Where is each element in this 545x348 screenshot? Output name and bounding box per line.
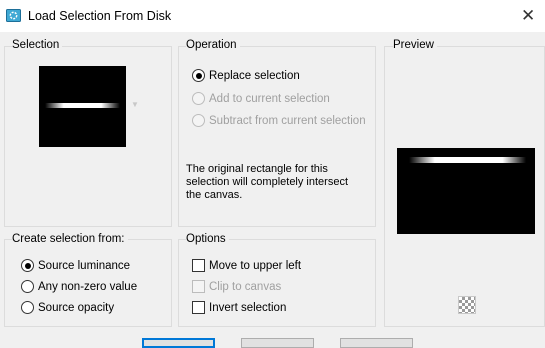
selection-thumbnail[interactable]: [39, 66, 126, 147]
checkbox-indicator[interactable]: [192, 259, 205, 272]
radio-label: Add to current selection: [209, 93, 330, 105]
checkbox-label: Move to upper left: [209, 260, 302, 272]
create-from-heading: Create selection from:: [12, 233, 128, 245]
chevron-down-icon[interactable]: ▼: [131, 100, 139, 109]
close-icon[interactable]: ✕: [521, 0, 545, 32]
title-bar: Load Selection From Disk ✕: [0, 0, 545, 32]
radio-label: Replace selection: [209, 70, 300, 82]
operation-heading: Operation: [186, 39, 240, 51]
preview-image: [397, 148, 535, 234]
selection-disk-icon: [6, 9, 21, 22]
checkbox-indicator[interactable]: [192, 301, 205, 314]
radio-indicator[interactable]: [21, 259, 34, 272]
radio-indicator[interactable]: [21, 280, 34, 293]
radio-label: Source luminance: [38, 260, 131, 272]
preview-heading: Preview: [393, 39, 437, 51]
selection-heading: Selection: [12, 39, 63, 51]
radio-label: Subtract from current selection: [209, 115, 366, 127]
operation-description: The original rectangle for this selectio…: [186, 163, 349, 201]
radio-label: Any non-zero value: [38, 281, 138, 293]
radio-indicator[interactable]: [192, 69, 205, 82]
cancel-button[interactable]: [241, 338, 314, 348]
preview-streak: [409, 157, 526, 163]
checkbox-indicator: [192, 280, 205, 293]
window-title: Load Selection From Disk: [28, 9, 172, 23]
options-heading: Options: [186, 233, 229, 245]
ok-button[interactable]: [142, 338, 215, 348]
radio-indicator[interactable]: [21, 301, 34, 314]
thumbnail-streak: [45, 103, 120, 108]
radio-indicator: [192, 114, 205, 127]
radio-label: Source opacity: [38, 302, 115, 314]
transparency-checker-icon[interactable]: [458, 296, 476, 314]
checkbox-label: Invert selection: [209, 302, 287, 314]
help-button[interactable]: [340, 338, 413, 348]
radio-indicator: [192, 92, 205, 105]
checkbox-label: Clip to canvas: [209, 281, 282, 293]
